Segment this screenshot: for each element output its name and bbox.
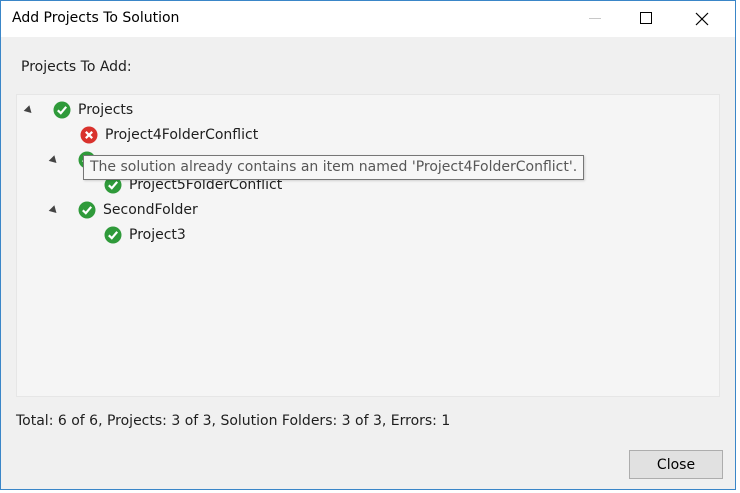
minimize-button[interactable] xyxy=(573,1,619,37)
expander-icon[interactable] xyxy=(48,154,60,166)
maximize-icon xyxy=(640,12,652,24)
title-bar[interactable]: Add Projects To Solution xyxy=(1,1,735,37)
close-window-button[interactable] xyxy=(679,1,725,37)
check-circle-icon xyxy=(78,201,96,219)
error-tooltip: The solution already contains an item na… xyxy=(83,155,585,180)
tree-node-projects[interactable]: Projects xyxy=(23,99,134,121)
window-title: Add Projects To Solution xyxy=(12,10,180,26)
check-circle-icon xyxy=(104,226,122,244)
error-circle-icon xyxy=(80,126,98,144)
tree-node-label: SecondFolder xyxy=(103,202,198,218)
close-button[interactable]: Close xyxy=(629,450,723,479)
projects-tree[interactable]: Projects Project4FolderConflict Project5… xyxy=(16,94,720,397)
minimize-icon xyxy=(589,18,601,19)
tree-node-label: Projects xyxy=(78,102,134,118)
tree-node-project4folderconflict[interactable]: Project4FolderConflict xyxy=(80,124,258,146)
maximize-button[interactable] xyxy=(623,1,669,37)
tree-node-label: Project3 xyxy=(129,227,186,243)
add-projects-dialog: Add Projects To Solution Projects To Add… xyxy=(0,0,736,490)
expander-icon[interactable] xyxy=(23,104,35,116)
tree-node-label: Project4FolderConflict xyxy=(105,127,259,143)
summary-text: Total: 6 of 6, Projects: 3 of 3, Solutio… xyxy=(16,413,451,429)
tree-node-project3[interactable]: Project3 xyxy=(104,224,186,246)
expander-icon[interactable] xyxy=(48,204,60,216)
check-circle-icon xyxy=(53,101,71,119)
tree-node-secondfolder[interactable]: SecondFolder xyxy=(48,199,198,221)
close-icon xyxy=(695,12,709,26)
section-label: Projects To Add: xyxy=(21,59,132,75)
